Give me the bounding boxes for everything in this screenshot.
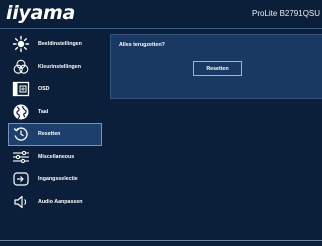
bottom-divider <box>0 240 322 241</box>
osd-menu: iiyama ProLite B2791QSU Beeldinstellinge… <box>0 0 322 246</box>
picture-settings-icon <box>12 35 30 53</box>
sidebar-item-label: Audio Aanpassen <box>38 198 83 205</box>
sidebar-menu: Beeldinstellingen Kleurinstellingen OSD … <box>0 33 104 213</box>
sliders-icon <box>12 148 30 166</box>
sidebar-item-kleurinstellingen[interactable]: Kleurinstellingen <box>0 56 104 79</box>
speaker-icon <box>12 193 30 211</box>
sidebar-item-label: Beeldinstellingen <box>38 41 82 48</box>
sidebar-item-taal[interactable]: Taal <box>0 101 104 124</box>
input-select-icon <box>12 170 30 188</box>
sidebar-item-label: Taal <box>38 108 49 115</box>
osd-header: iiyama ProLite B2791QSU <box>0 0 322 29</box>
reset-button[interactable]: Resetten <box>193 61 242 76</box>
reset-icon <box>12 125 30 143</box>
reset-question: Alles terugzetten? <box>119 42 165 48</box>
sidebar-item-audio-aanpassen[interactable]: Audio Aanpassen <box>0 191 104 214</box>
sidebar-item-resetten[interactable]: Resetten <box>8 123 102 146</box>
osd-icon <box>12 80 30 98</box>
sidebar-item-label: Resetten <box>38 131 61 138</box>
model-name: ProLite B2791QSU <box>252 9 321 18</box>
sidebar-item-label: Miscellaneous <box>38 153 75 160</box>
sidebar-item-osd[interactable]: OSD <box>0 78 104 101</box>
sidebar-item-miscellaneous[interactable]: Miscellaneous <box>0 146 104 169</box>
globe-icon <box>12 103 30 121</box>
sidebar-item-label: Ingangsselectie <box>38 176 78 183</box>
reset-panel: Alles terugzetten? Resetten <box>110 34 322 99</box>
sidebar-item-beeldinstellingen[interactable]: Beeldinstellingen <box>0 33 104 56</box>
brand-logo: iiyama <box>6 2 76 24</box>
sidebar-item-label: OSD <box>38 86 50 93</box>
sidebar-item-label: Kleurinstellingen <box>38 63 81 70</box>
color-settings-icon <box>12 58 30 76</box>
sidebar-item-ingangsselectie[interactable]: Ingangsselectie <box>0 168 104 191</box>
